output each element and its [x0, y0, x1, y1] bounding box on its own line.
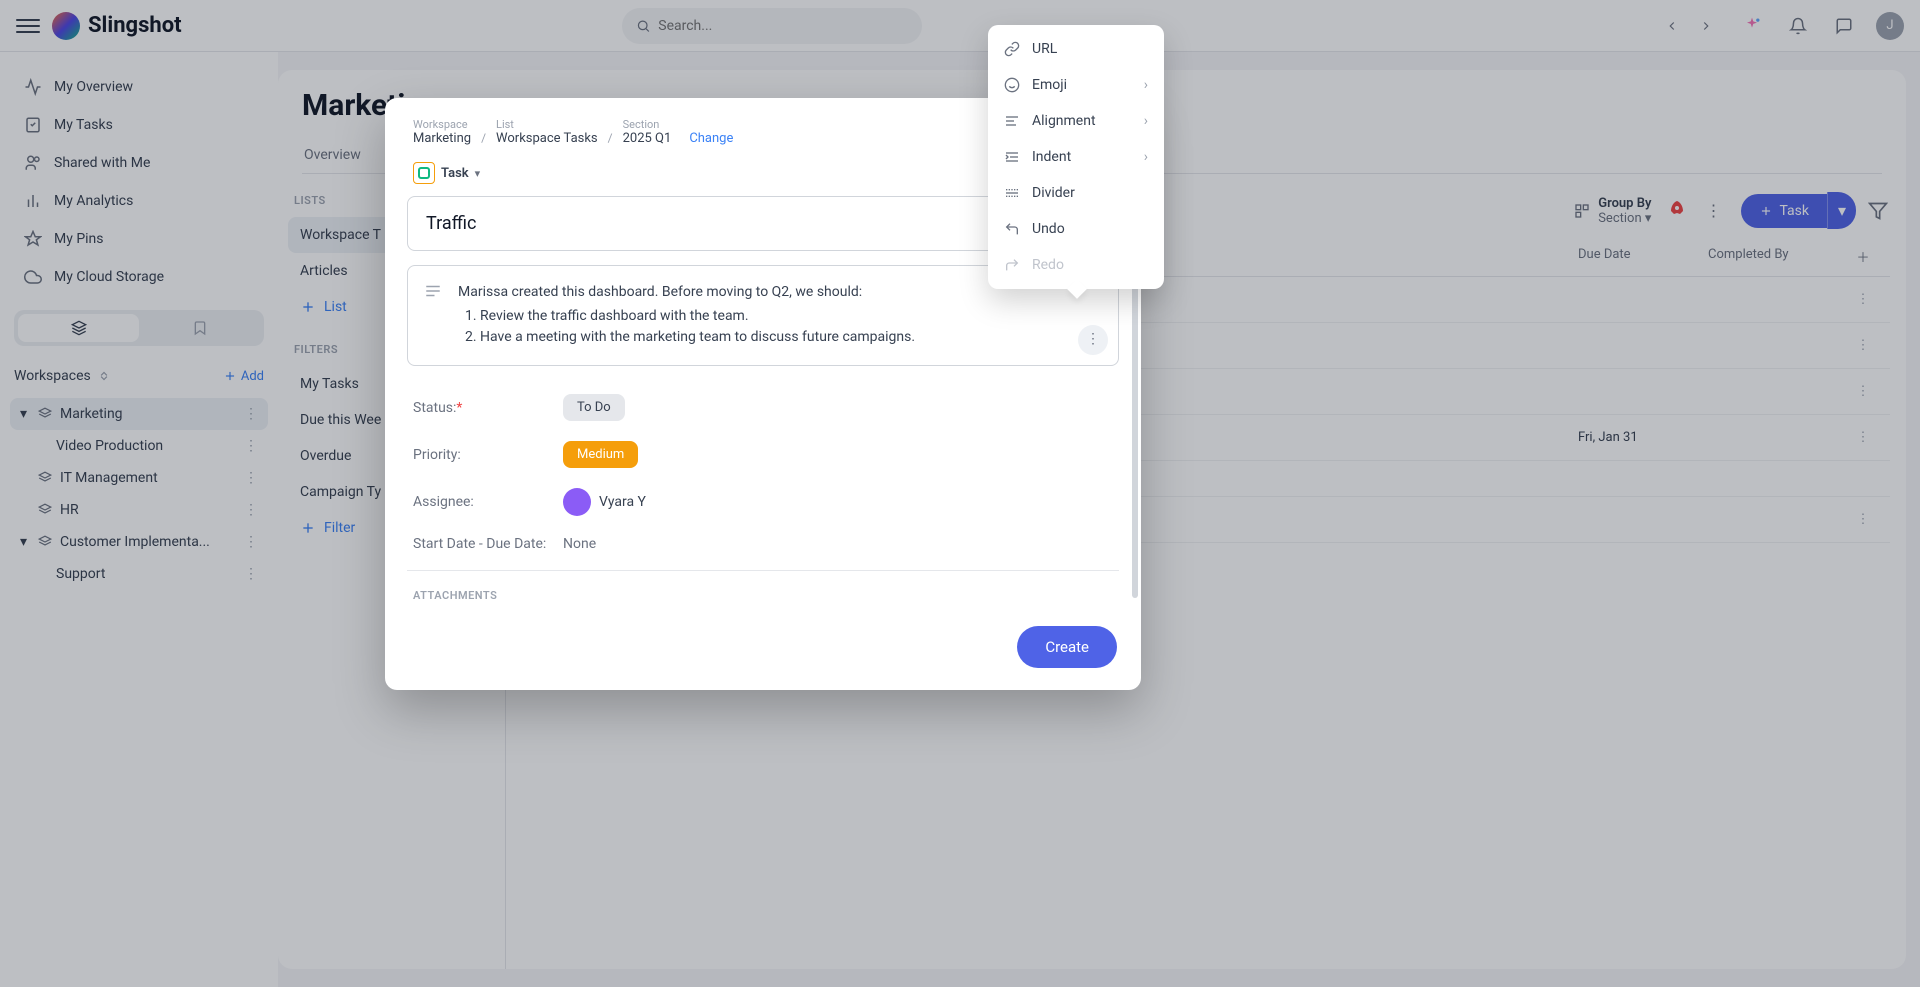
status-pill[interactable]: To Do	[563, 394, 625, 421]
editor-context-menu: URL Emoji› Alignment› Indent› Divider Un…	[988, 25, 1164, 289]
dates-field[interactable]: Start Date - Due Date: None	[385, 526, 1141, 562]
indent-icon	[1004, 149, 1020, 165]
chevron-right-icon: ›	[1144, 149, 1148, 165]
menu-alignment[interactable]: Alignment›	[988, 103, 1164, 139]
task-type-icon	[413, 162, 435, 184]
change-link[interactable]: Change	[689, 131, 733, 146]
chevron-right-icon: ›	[1144, 113, 1148, 129]
menu-emoji[interactable]: Emoji›	[988, 67, 1164, 103]
paragraph-icon	[424, 282, 442, 300]
menu-divider[interactable]: Divider	[988, 175, 1164, 211]
emoji-icon	[1004, 77, 1020, 93]
align-icon	[1004, 113, 1020, 129]
priority-pill[interactable]: Medium	[563, 441, 638, 468]
menu-redo: Redo	[988, 247, 1164, 283]
menu-undo[interactable]: Undo	[988, 211, 1164, 247]
divider-icon	[1004, 185, 1020, 201]
assignee-avatar	[563, 488, 591, 516]
priority-field[interactable]: Priority: Medium	[385, 431, 1141, 478]
link-icon	[1004, 41, 1020, 57]
attachments-header: ATTACHMENTS	[385, 571, 1141, 608]
redo-icon	[1004, 257, 1020, 273]
description-more-button[interactable]: ⋮	[1078, 325, 1108, 355]
assignee-field[interactable]: Assignee: Vyara Y	[385, 478, 1141, 526]
undo-icon	[1004, 221, 1020, 237]
desc-text: Review the traffic dashboard with the te…	[480, 306, 1066, 328]
dates-value: None	[563, 536, 596, 552]
status-field[interactable]: Status:* To Do	[385, 384, 1141, 431]
create-button[interactable]: Create	[1017, 626, 1117, 668]
menu-url[interactable]: URL	[988, 31, 1164, 67]
menu-indent[interactable]: Indent›	[988, 139, 1164, 175]
chevron-right-icon: ›	[1144, 77, 1148, 93]
desc-text: Marissa created this dashboard. Before m…	[458, 282, 1066, 304]
assignee-name: Vyara Y	[599, 494, 646, 510]
desc-text: Have a meeting with the marketing team t…	[480, 327, 1066, 349]
